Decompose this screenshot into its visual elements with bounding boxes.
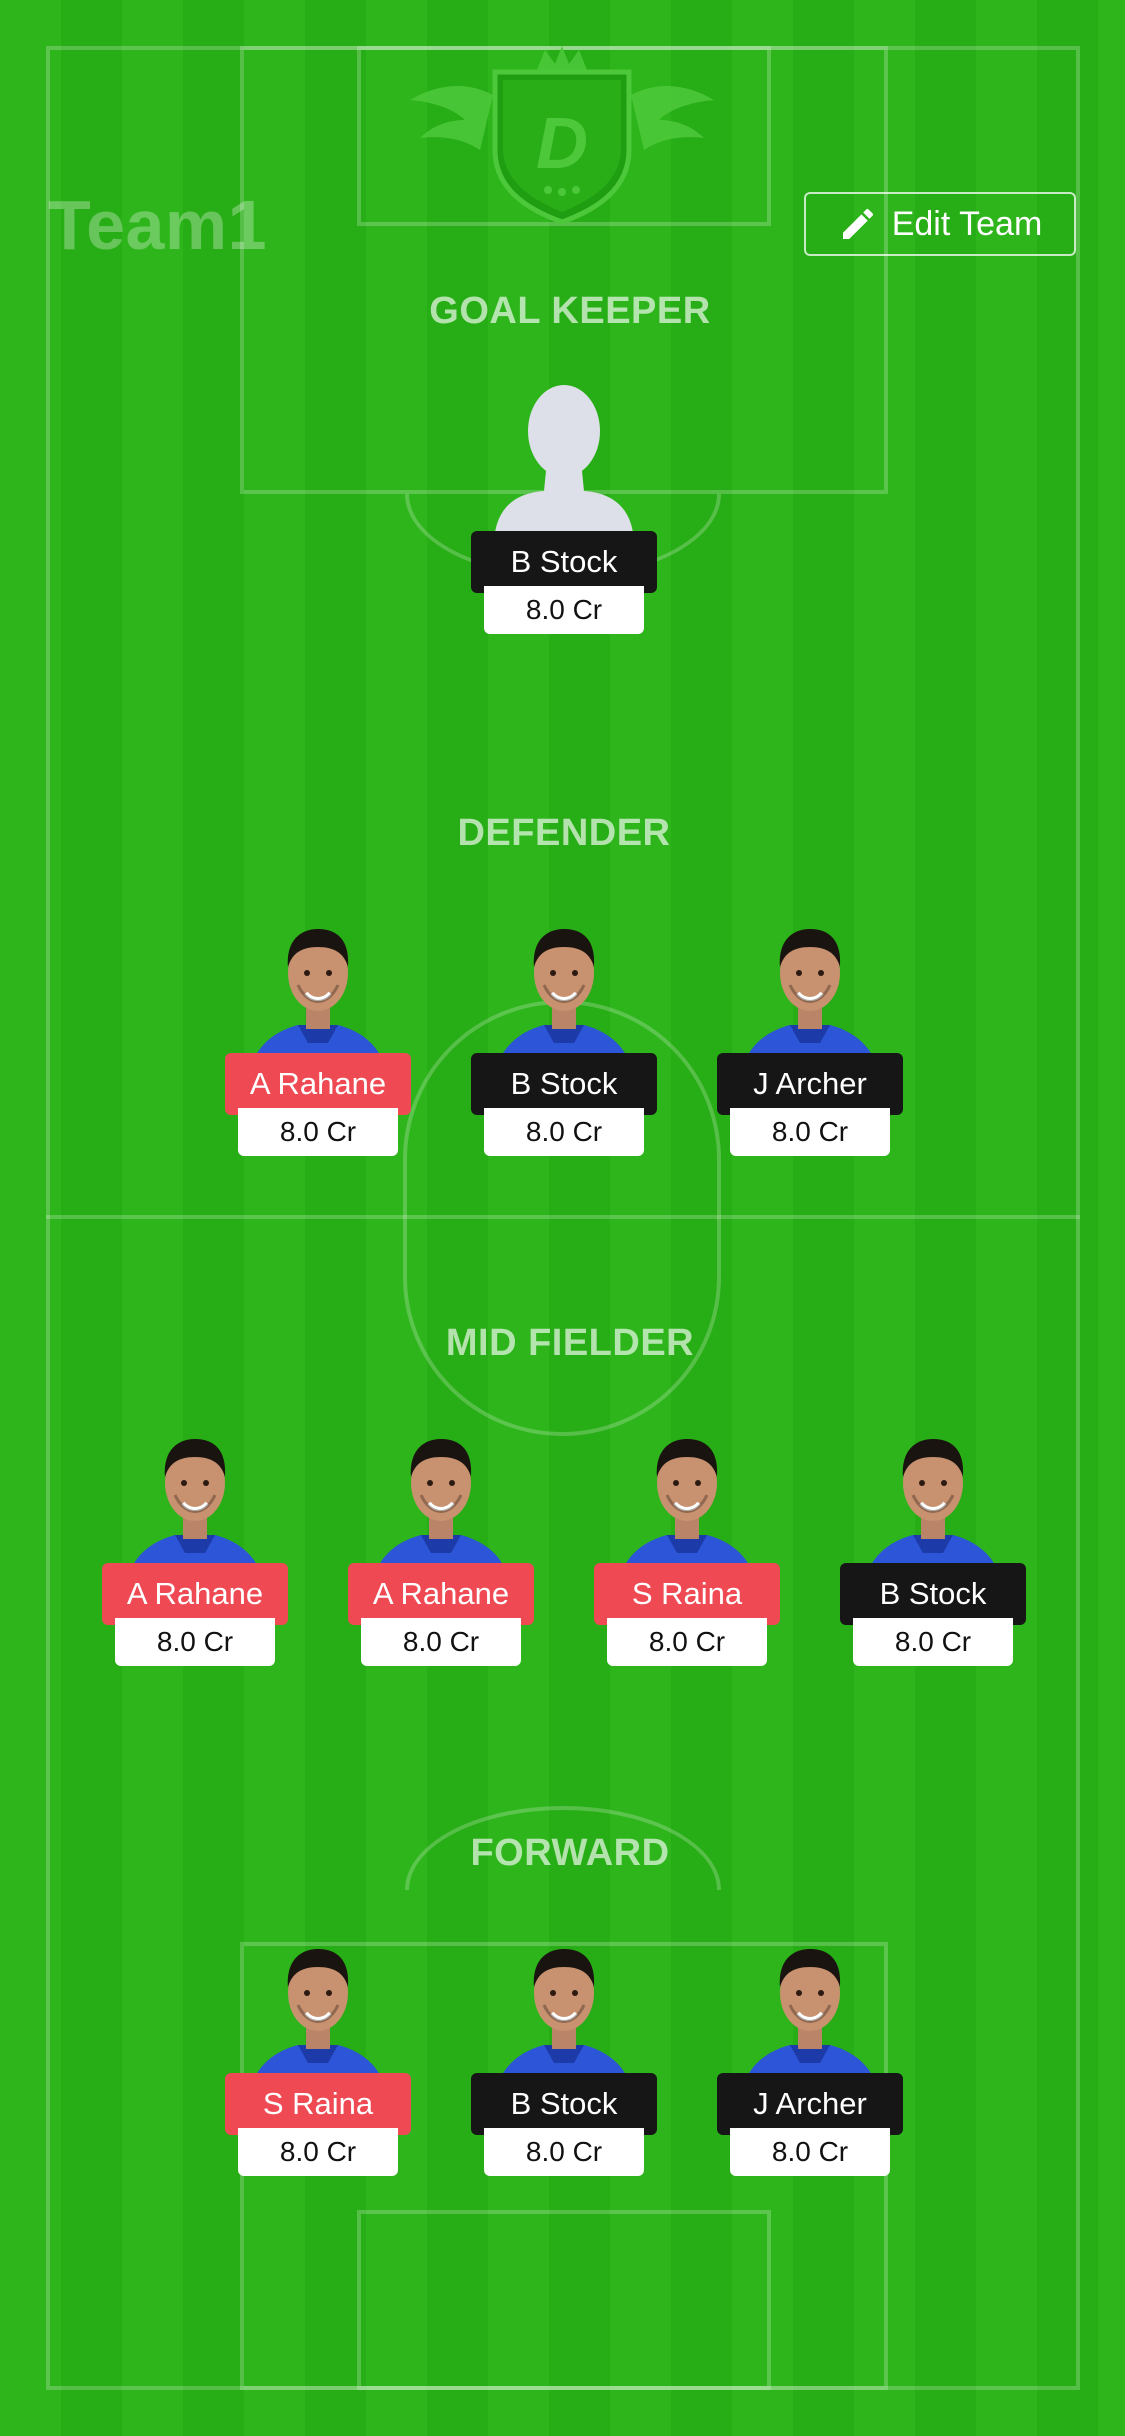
player-card-forward-2[interactable]: B Stock 8.0 Cr [469, 1923, 659, 2183]
edit-team-label: Edit Team [891, 204, 1043, 243]
player-card-defender-3[interactable]: J Archer 8.0 Cr [715, 903, 905, 1163]
player-price: 8.0 Cr [115, 1618, 275, 1666]
player-price: 8.0 Cr [238, 2128, 398, 2176]
player-name: J Archer [717, 1053, 903, 1115]
player-price: 8.0 Cr [730, 1108, 890, 1156]
section-title-midfielder: MID FIELDER [445, 1322, 695, 1364]
player-name: S Raina [594, 1563, 780, 1625]
pencil-icon [842, 208, 873, 239]
edit-team-button[interactable]: Edit Team [804, 192, 1076, 256]
player-price: 8.0 Cr [730, 2128, 890, 2176]
player-price: 8.0 Cr [484, 1108, 644, 1156]
football-pitch: D Team1 Edit Team GOAL KEEPER DEFENDER M… [0, 0, 1125, 2436]
player-name: B Stock [471, 1053, 657, 1115]
player-price: 8.0 Cr [484, 2128, 644, 2176]
team-name: Team1 [48, 186, 268, 264]
player-name: B Stock [471, 2073, 657, 2135]
section-title-defender: DEFENDER [457, 812, 671, 854]
player-name: A Rahane [102, 1563, 288, 1625]
player-name: A Rahane [225, 1053, 411, 1115]
section-title-goalkeeper: GOAL KEEPER [429, 290, 711, 332]
player-price: 8.0 Cr [607, 1618, 767, 1666]
player-card-goalkeeper-1[interactable]: B Stock 8.0 Cr [469, 381, 659, 641]
player-name: J Archer [717, 2073, 903, 2135]
player-name: B Stock [840, 1563, 1026, 1625]
player-card-midfielder-2[interactable]: A Rahane 8.0 Cr [346, 1413, 536, 1673]
svg-text:D: D [536, 104, 588, 184]
player-card-midfielder-3[interactable]: S Raina 8.0 Cr [592, 1413, 782, 1673]
player-card-forward-3[interactable]: J Archer 8.0 Cr [715, 1923, 905, 2183]
player-name: A Rahane [348, 1563, 534, 1625]
player-name: S Raina [225, 2073, 411, 2135]
player-card-midfielder-1[interactable]: A Rahane 8.0 Cr [100, 1413, 290, 1673]
player-card-forward-1[interactable]: S Raina 8.0 Cr [223, 1923, 413, 2183]
dream11-logo: D [410, 46, 714, 225]
player-price: 8.0 Cr [238, 1108, 398, 1156]
player-card-defender-1[interactable]: A Rahane 8.0 Cr [223, 903, 413, 1163]
player-price: 8.0 Cr [361, 1618, 521, 1666]
player-card-defender-2[interactable]: B Stock 8.0 Cr [469, 903, 659, 1163]
section-title-forward: FORWARD [470, 1832, 670, 1874]
player-card-midfielder-4[interactable]: B Stock 8.0 Cr [838, 1413, 1028, 1673]
player-price: 8.0 Cr [853, 1618, 1013, 1666]
player-name: B Stock [471, 531, 657, 593]
player-price: 8.0 Cr [484, 586, 644, 634]
bottom-goal-box [357, 2210, 771, 2390]
